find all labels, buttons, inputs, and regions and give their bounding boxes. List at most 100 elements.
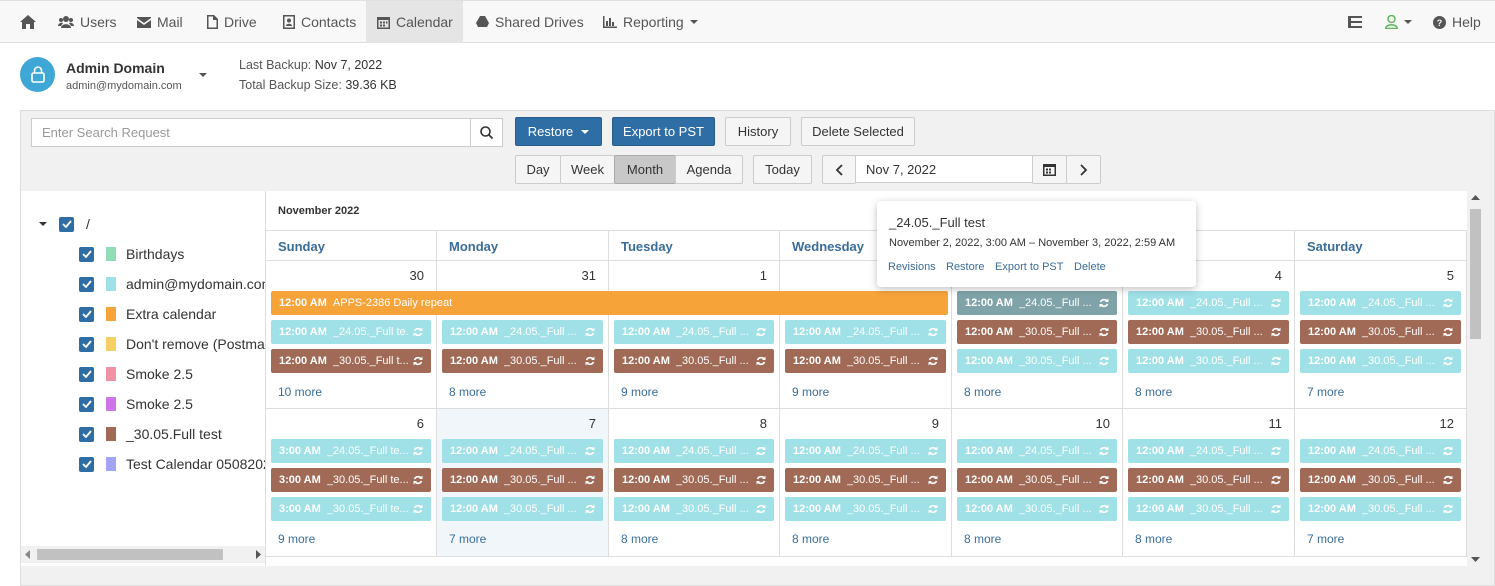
tree-root[interactable]: / — [39, 212, 90, 236]
nav-calendar[interactable]: Calendar — [366, 1, 463, 43]
event-chip[interactable]: 12:00 AM _30.05._Full ... — [1128, 349, 1289, 373]
day-cell[interactable]: 12 12:00 AM _24.05._Full ... 12:00 AM _30.05… — [1295, 409, 1467, 557]
nav-drive[interactable]: Drive — [207, 1, 257, 43]
calendar-checkbox[interactable] — [79, 276, 94, 292]
list-view-icon[interactable] — [1348, 1, 1362, 43]
day-cell[interactable]: 11 12:00 AM _24.05._Full ... 12:00 AM _30.05… — [1123, 409, 1295, 557]
event-chip[interactable]: 12:00 AM _30.05._Full ... — [1128, 320, 1289, 344]
scrollbar-thumb[interactable] — [37, 549, 223, 560]
view-month-button[interactable]: Month — [614, 155, 676, 184]
event-chip[interactable]: 12:00 AM _24.05._Full ... — [957, 291, 1117, 315]
event-chip[interactable]: 3:00 AM _30.05._Full te... — [271, 497, 431, 521]
nav-shared-drives[interactable]: Shared Drives — [476, 1, 584, 43]
more-events-link[interactable]: 8 more — [1135, 532, 1172, 546]
day-cell[interactable]: 9 12:00 AM _24.05._Full ... 12:00 AM _30.05.… — [780, 409, 952, 557]
calendar-checkbox[interactable] — [79, 366, 94, 382]
date-field[interactable]: Nov 7, 2022 — [855, 155, 1033, 183]
user-menu[interactable] — [1385, 1, 1412, 43]
day-number[interactable]: 31 — [582, 268, 596, 283]
more-events-link[interactable]: 9 more — [278, 532, 315, 546]
restore-link[interactable]: Restore — [946, 261, 985, 273]
day-number[interactable]: 11 — [1269, 416, 1283, 431]
nav-contacts[interactable]: Contacts — [283, 1, 356, 43]
event-chip[interactable]: 12:00 AM _30.05._Full ... — [957, 320, 1117, 344]
event-chip[interactable]: 12:00 AM _24.05._Full ... — [614, 439, 774, 463]
event-chip[interactable]: 12:00 AM _24.05._Full ... — [957, 439, 1117, 463]
day-number[interactable]: 30 — [410, 268, 424, 283]
nav-users[interactable]: Users — [58, 1, 117, 43]
nav-reporting[interactable]: Reporting — [603, 1, 698, 43]
event-chip[interactable]: 12:00 AM _24.05._Full ... — [614, 320, 774, 344]
event-chip[interactable]: 12:00 AM _24.05._Full ... — [1128, 291, 1289, 315]
day-number[interactable]: 10 — [1096, 416, 1110, 431]
event-chip[interactable]: 12:00 AM _30.05._Full ... — [442, 497, 603, 521]
tree-horizontal-scrollbar[interactable] — [21, 546, 265, 563]
tree-calendar-item[interactable]: Smoke 2.5 — [79, 392, 193, 416]
calendar-checkbox[interactable] — [79, 396, 94, 412]
more-events-link[interactable]: 10 more — [278, 385, 322, 399]
day-number[interactable]: 6 — [417, 416, 424, 431]
day-number[interactable]: 4 — [1275, 268, 1282, 283]
event-chip[interactable]: 12:00 AM _30.05._Full ... — [1300, 349, 1461, 373]
event-chip[interactable]: 3:00 AM _24.05._Full te... — [271, 439, 431, 463]
calendar-vertical-scrollbar[interactable] — [1467, 191, 1484, 566]
event-chip[interactable]: 12:00 AM _24.05._Full ... — [1300, 439, 1461, 463]
history-button[interactable]: History — [725, 117, 791, 146]
day-number[interactable]: 8 — [760, 416, 767, 431]
day-cell[interactable]: 7 12:00 AM _24.05._Full ... 12:00 AM _30.05.… — [437, 409, 609, 557]
more-events-link[interactable]: 7 more — [1307, 532, 1344, 546]
event-chip[interactable]: 12:00 AM _30.05._Full ... — [957, 497, 1117, 521]
avatar[interactable] — [20, 57, 55, 92]
day-cell[interactable]: 30 12:00 AM _24.05._Full te... 12:00 AM _30.… — [266, 261, 437, 409]
day-number[interactable]: 5 — [1447, 268, 1454, 283]
prev-button[interactable] — [822, 155, 856, 184]
event-chip[interactable]: 12:00 AM _30.05._Full ... — [957, 468, 1117, 492]
day-cell[interactable]: 6 3:00 AM _24.05._Full te... 3:00 AM _30.05.… — [266, 409, 437, 557]
tree-calendar-item[interactable]: _30.05.Full test — [79, 422, 222, 446]
event-chip[interactable]: 12:00 AM _24.05._Full te... — [271, 320, 431, 344]
event-chip[interactable]: 12:00 AM _24.05._Full ... — [442, 439, 603, 463]
day-number[interactable]: 7 — [589, 416, 596, 431]
event-chip[interactable]: 12:00 AM _24.05._Full ... — [785, 439, 946, 463]
day-cell[interactable]: 8 12:00 AM _24.05._Full ... 12:00 AM _30.05.… — [609, 409, 780, 557]
day-cell[interactable]: 1 12:00 AM _24.05._Full ... 12:00 AM _30.05.… — [609, 261, 780, 409]
delete-link[interactable]: Delete — [1074, 261, 1106, 273]
nav-mail[interactable]: Mail — [137, 1, 183, 43]
chevron-down-icon[interactable] — [39, 222, 47, 226]
view-agenda-button[interactable]: Agenda — [675, 155, 743, 184]
event-chip[interactable]: 12:00 AM _30.05._Full ... — [1300, 468, 1461, 492]
more-events-link[interactable]: 9 more — [621, 385, 658, 399]
nav-help[interactable]: ? Help — [1433, 1, 1481, 43]
day-number[interactable]: 12 — [1440, 416, 1454, 431]
event-chip[interactable]: 12:00 AM _24.05._Full ... — [1128, 439, 1289, 463]
home-icon[interactable] — [20, 1, 40, 43]
event-chip[interactable]: 12:00 AM _30.05._Full ... — [957, 349, 1117, 373]
more-events-link[interactable]: 8 more — [621, 532, 658, 546]
day-cell[interactable]: 31 12:00 AM _24.05._Full ... 12:00 AM _30.05… — [437, 261, 609, 409]
calendar-checkbox[interactable] — [79, 246, 94, 262]
search-input[interactable]: Enter Search Request — [31, 118, 471, 147]
calendar-checkbox[interactable] — [79, 456, 94, 472]
tree-calendar-item[interactable]: Extra calendar — [79, 302, 216, 326]
more-events-link[interactable]: 8 more — [449, 385, 486, 399]
event-chip[interactable]: 12:00 AM _30.05._Full ... — [442, 468, 603, 492]
event-chip[interactable]: 12:00 AM _30.05._Full t... — [271, 349, 431, 373]
more-events-link[interactable]: 8 more — [964, 532, 1001, 546]
tree-calendar-item[interactable]: admin@mydomain.com — [79, 272, 265, 296]
delete-selected-button[interactable]: Delete Selected — [801, 117, 915, 146]
event-chip[interactable]: 12:00 AM _30.05._Full ... — [442, 349, 603, 373]
event-chip[interactable]: 12:00 AM _30.05._Full ... — [785, 497, 946, 521]
more-events-link[interactable]: 9 more — [792, 385, 829, 399]
event-chip[interactable]: 12:00 AM _30.05._Full ... — [1128, 468, 1289, 492]
root-checkbox[interactable] — [59, 216, 74, 232]
event-chip[interactable]: 12:00 AM _30.05._Full ... — [614, 349, 774, 373]
day-number[interactable]: 9 — [932, 416, 939, 431]
event-chip[interactable]: 12:00 AM _30.05._Full ... — [785, 468, 946, 492]
view-day-button[interactable]: Day — [515, 155, 561, 184]
next-button[interactable] — [1066, 155, 1101, 184]
more-events-link[interactable]: 7 more — [1307, 385, 1344, 399]
more-events-link[interactable]: 8 more — [964, 385, 1001, 399]
event-chip[interactable]: 12:00 AM _30.05._Full ... — [614, 468, 774, 492]
view-week-button[interactable]: Week — [560, 155, 615, 184]
date-picker-button[interactable] — [1032, 155, 1067, 184]
